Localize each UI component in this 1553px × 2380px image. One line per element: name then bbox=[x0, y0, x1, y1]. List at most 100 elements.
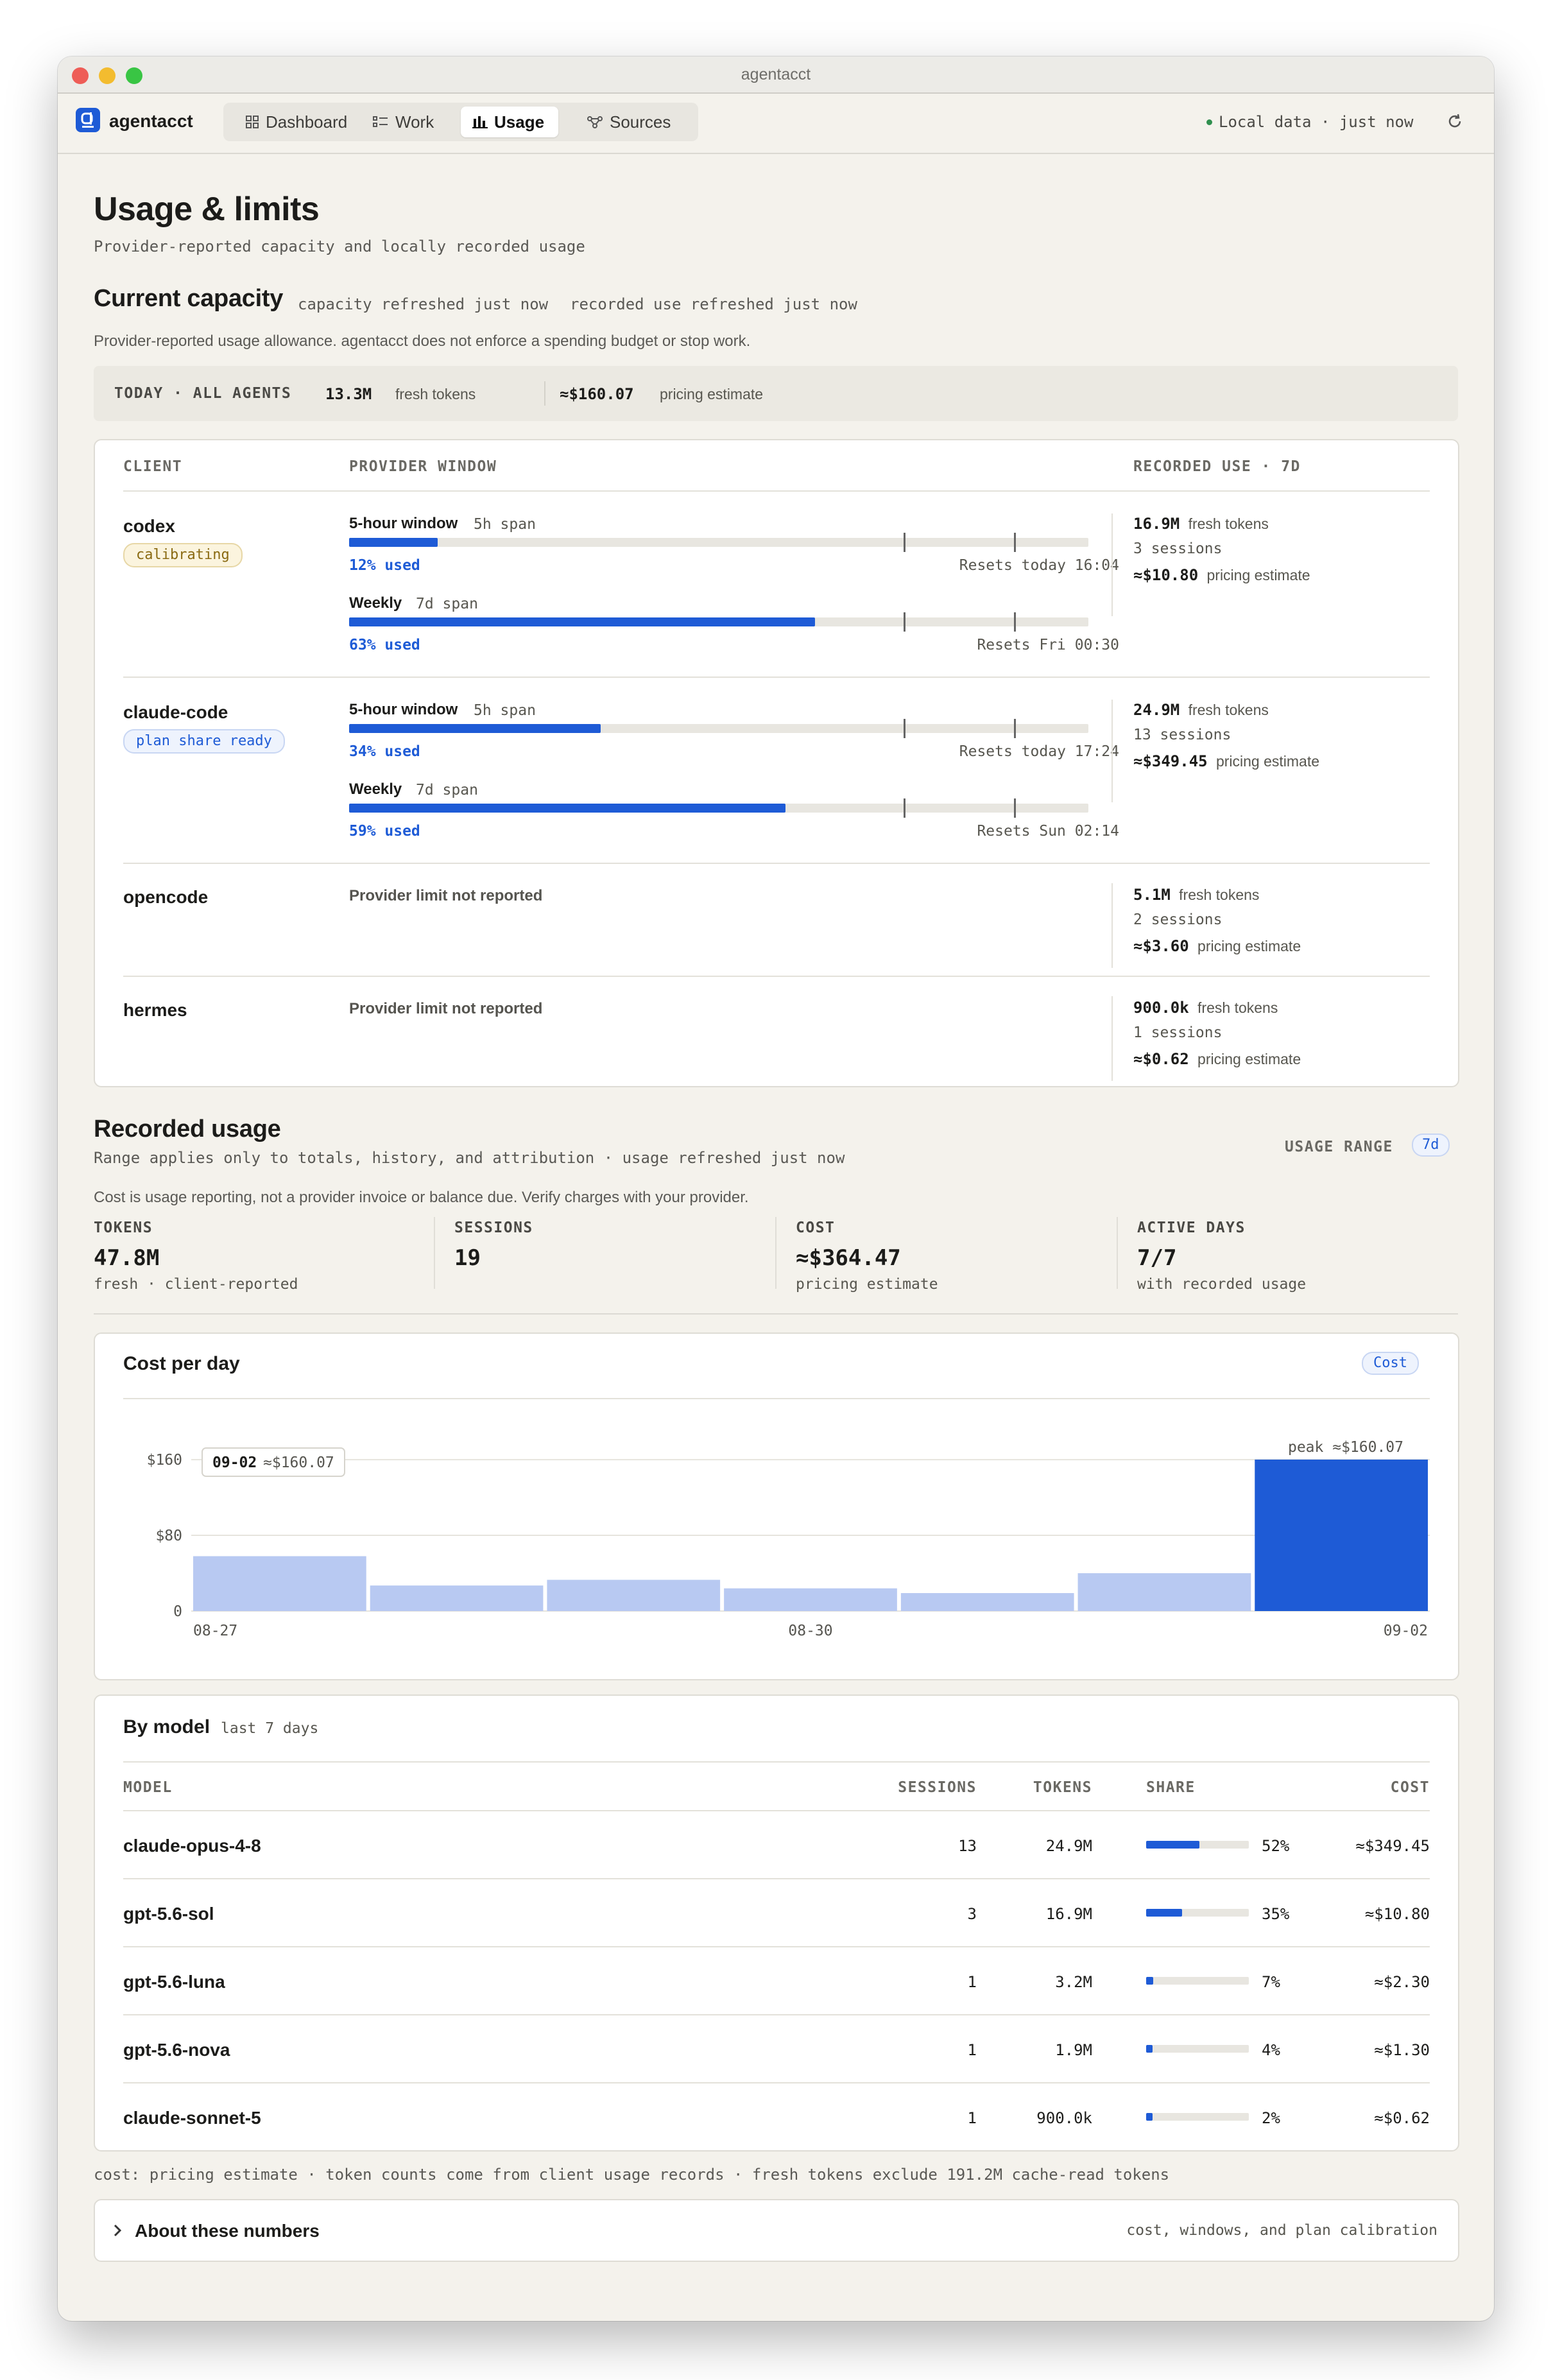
model-table-body: claude-opus-4-8 13 24.9M 52% ≈$349.45 gpt-5.6… bbox=[95, 1811, 1458, 2145]
share-bar bbox=[1146, 1977, 1249, 1985]
about-title: About these numbers bbox=[135, 2221, 320, 2241]
recorded-subtitle: Range applies only to totals, history, a… bbox=[94, 1149, 845, 1167]
divider bbox=[434, 1217, 435, 1289]
window-header: PROVIDER WINDOW bbox=[349, 458, 497, 475]
model-sessions: 1 bbox=[967, 2109, 977, 2127]
window-name: Weekly bbox=[349, 594, 402, 612]
model-cost: ≈$2.30 bbox=[1374, 1973, 1430, 1991]
limit-status: Provider limit not reported bbox=[349, 1000, 543, 1017]
recorded-sessions: 13 sessions bbox=[1133, 727, 1231, 743]
app-brand: agentacct bbox=[109, 111, 193, 131]
stat-sub: fresh · client-reported bbox=[94, 1276, 298, 1293]
about-disclosure[interactable]: About these numbers cost, windows, and p… bbox=[94, 2199, 1459, 2262]
cost-label: pricing estimate bbox=[1197, 1051, 1301, 1067]
title-bar: agentacct bbox=[58, 56, 1494, 94]
model-tokens: 24.9M bbox=[1045, 1837, 1092, 1855]
y-tick-label: 0 bbox=[173, 1603, 182, 1620]
stat-sub: with recorded usage bbox=[1137, 1276, 1307, 1293]
recorded-tokens: 24.9M fresh tokens bbox=[1133, 701, 1269, 720]
window-span: 7d span bbox=[416, 596, 478, 612]
model-name: gpt-5.6-sol bbox=[123, 1904, 214, 1924]
model-sessions: 3 bbox=[967, 1905, 977, 1923]
chevron-right-icon bbox=[114, 2224, 122, 2237]
client-header: CLIENT bbox=[123, 458, 183, 475]
tab-dashboard[interactable]: Dashboard bbox=[236, 107, 356, 137]
chart-metric-toggle[interactable]: Cost bbox=[1362, 1352, 1419, 1375]
tab-sources[interactable]: Sources bbox=[578, 107, 680, 137]
peak-label: peak ≈$160.07 bbox=[1288, 1439, 1403, 1456]
cost-value: ≈$10.80 bbox=[1133, 566, 1199, 584]
model-tokens: 16.9M bbox=[1045, 1905, 1092, 1923]
chart-bar bbox=[900, 1592, 1074, 1611]
by-model-title: By model bbox=[123, 1716, 210, 1738]
usage-progress-bar bbox=[349, 798, 1088, 818]
x-tick-label: 09-02 bbox=[1384, 1623, 1428, 1639]
divider bbox=[1111, 700, 1113, 802]
bar-chart-icon bbox=[472, 116, 488, 128]
client-row-codex: codex calibrating 5-hour window 5h span … bbox=[95, 492, 1458, 677]
main-nav: Dashboard Work Usage Sources bbox=[223, 103, 698, 141]
cost-chart-card: Cost per day Cost 0 $80 $160 08-27 08-30 09-0… bbox=[94, 1332, 1459, 1680]
window-reset: Resets today 17:24 bbox=[959, 743, 1119, 760]
today-cost-label: pricing estimate bbox=[660, 386, 764, 402]
cost-header: COST bbox=[1390, 1779, 1430, 1796]
share-bar bbox=[1146, 1909, 1249, 1917]
cost-value: ≈$0.62 bbox=[1133, 1050, 1189, 1068]
today-cost: ≈$160.07 bbox=[560, 385, 634, 403]
capacity-note: Provider-reported usage allowance. agent… bbox=[94, 332, 751, 350]
stat-sessions: SESSIONS 19 bbox=[454, 1217, 775, 1294]
today-tokens: 13.3M bbox=[325, 385, 372, 403]
window-used: 59% used bbox=[349, 823, 420, 840]
model-name: gpt-5.6-luna bbox=[123, 1972, 225, 1992]
recorded-tokens: 900.0k fresh tokens bbox=[1133, 999, 1278, 1017]
top-toolbar: agentacct Dashboard Work Usage Sources L… bbox=[58, 94, 1494, 154]
stat-value: 47.8M bbox=[94, 1245, 160, 1271]
model-header: MODEL bbox=[123, 1779, 173, 1796]
client-row-opencode: opencode Provider limit not reported 5.1… bbox=[95, 864, 1458, 976]
recorded-cost: ≈$10.80 pricing estimate bbox=[1133, 566, 1310, 585]
tokens-label: fresh tokens bbox=[1179, 886, 1260, 903]
page-subtitle: Provider-reported capacity and locally r… bbox=[94, 237, 585, 255]
today-label: TODAY · ALL AGENTS bbox=[114, 385, 292, 402]
model-cost: ≈$10.80 bbox=[1364, 1905, 1430, 1923]
table-row: gpt-5.6-nova 1 1.9M 4% ≈$1.30 bbox=[95, 2015, 1458, 2083]
tab-work-label: Work bbox=[395, 112, 434, 132]
divider bbox=[123, 1761, 1430, 1763]
client-row-claude-code: claude-code plan share ready 5-hour wind… bbox=[95, 678, 1458, 863]
stat-value: 19 bbox=[454, 1245, 481, 1271]
capacity-table: CLIENT PROVIDER WINDOW RECORDED USE · 7D… bbox=[94, 439, 1459, 1087]
footnote: cost: pricing estimate · token counts co… bbox=[94, 2166, 1170, 2184]
page-title: Usage & limits bbox=[94, 191, 320, 228]
window-name: Weekly bbox=[349, 780, 402, 798]
cost-label: pricing estimate bbox=[1197, 938, 1301, 954]
window-span: 5h span bbox=[474, 516, 536, 533]
window-name: 5-hour window bbox=[349, 701, 458, 718]
recorded-title: Recorded usage bbox=[94, 1116, 281, 1143]
usage-progress-bar bbox=[349, 533, 1088, 552]
model-tokens: 3.2M bbox=[1055, 1973, 1092, 1991]
model-name: claude-sonnet-5 bbox=[123, 2108, 261, 2128]
usage-range-select[interactable]: 7d bbox=[1412, 1134, 1450, 1157]
stat-label: TOKENS bbox=[94, 1220, 153, 1236]
app-window: agentacct agentacct Dashboard Work Usage… bbox=[58, 56, 1494, 2321]
tokens-header: TOKENS bbox=[1033, 1779, 1092, 1796]
tokens-value: 24.9M bbox=[1133, 701, 1180, 719]
model-share: 4% bbox=[1262, 2041, 1280, 2059]
recorded-refresh-status: recorded use refreshed just now bbox=[570, 295, 857, 313]
grid-icon bbox=[246, 116, 259, 128]
refresh-button[interactable] bbox=[1445, 112, 1464, 134]
chart-bar bbox=[370, 1585, 544, 1611]
tokens-label: fresh tokens bbox=[1197, 999, 1278, 1016]
client-name: codex bbox=[123, 516, 175, 536]
tab-usage[interactable]: Usage bbox=[461, 107, 559, 137]
client-name: claude-code bbox=[123, 702, 228, 722]
chart-header-divider bbox=[123, 1398, 1430, 1399]
chart-bar bbox=[1077, 1573, 1251, 1611]
x-tick-label: 08-27 bbox=[193, 1623, 237, 1639]
tab-work[interactable]: Work bbox=[363, 107, 443, 137]
recorded-sessions: 2 sessions bbox=[1133, 911, 1223, 928]
model-name: gpt-5.6-nova bbox=[123, 2040, 230, 2060]
cost-bar-chart: 0 $80 $160 08-27 08-30 09-02 peak ≈$160.07 09-0… bbox=[147, 1439, 1430, 1639]
stat-tokens: TOKENS 47.8M fresh · client-reported bbox=[94, 1217, 434, 1294]
section-divider bbox=[94, 1313, 1458, 1315]
